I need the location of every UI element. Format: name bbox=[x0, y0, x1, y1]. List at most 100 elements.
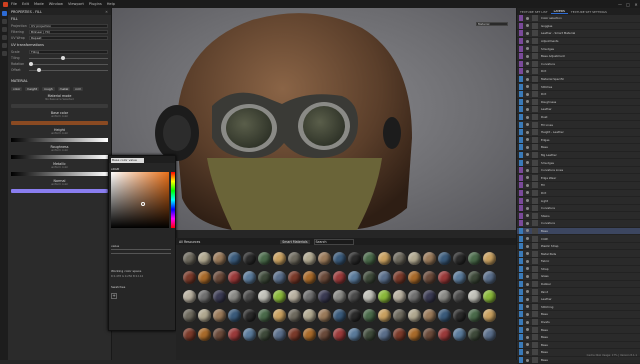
layer-row[interactable]: Fill bbox=[517, 182, 640, 190]
material-thumbnail[interactable] bbox=[438, 328, 453, 347]
visibility-icon[interactable] bbox=[526, 343, 529, 347]
visibility-icon[interactable] bbox=[526, 145, 529, 149]
visibility-icon[interactable] bbox=[526, 206, 529, 210]
material-thumbnail[interactable] bbox=[243, 309, 258, 328]
material-thumbnail[interactable] bbox=[408, 271, 423, 290]
visibility-icon[interactable] bbox=[526, 305, 529, 309]
material-thumbnail[interactable] bbox=[183, 328, 198, 347]
nrm-channel-pill[interactable]: nrm bbox=[73, 87, 84, 91]
material-thumbnail[interactable] bbox=[438, 290, 453, 309]
material-thumbnail[interactable] bbox=[243, 252, 258, 271]
visibility-icon[interactable] bbox=[526, 92, 529, 96]
material-thumbnail[interactable] bbox=[243, 271, 258, 290]
material-thumbnail[interactable] bbox=[318, 252, 333, 271]
material-thumbnail[interactable] bbox=[453, 328, 468, 347]
visibility-icon[interactable] bbox=[526, 214, 529, 218]
picker-search-field[interactable]: Base color value bbox=[111, 158, 144, 163]
roughness-slider[interactable] bbox=[11, 155, 108, 159]
material-thumbnail[interactable] bbox=[243, 290, 258, 309]
menu-help[interactable]: Help bbox=[107, 2, 115, 6]
material-thumbnail[interactable] bbox=[483, 309, 498, 328]
projection-dropdown[interactable]: UV projection bbox=[29, 23, 108, 29]
alpha-slider[interactable] bbox=[111, 253, 171, 254]
layer-row[interactable]: Material Specific bbox=[517, 76, 640, 84]
visibility-icon[interactable] bbox=[526, 191, 529, 195]
material-thumbnail[interactable] bbox=[483, 271, 498, 290]
shelf-search-input[interactable]: Search bbox=[313, 238, 354, 245]
material-thumbnail[interactable] bbox=[228, 252, 243, 271]
layer-row[interactable]: Base Adjustment bbox=[517, 53, 640, 61]
material-thumbnail[interactable] bbox=[483, 290, 498, 309]
material-thumbnail[interactable] bbox=[303, 290, 318, 309]
material-thumbnail[interactable] bbox=[423, 309, 438, 328]
layer-row[interactable]: Stains bbox=[517, 212, 640, 221]
material-thumbnail[interactable] bbox=[303, 328, 318, 347]
visibility-icon[interactable] bbox=[526, 312, 529, 316]
paint-tool-icon[interactable] bbox=[1, 11, 7, 16]
visibility-icon[interactable] bbox=[526, 138, 529, 142]
offset-slider[interactable] bbox=[29, 68, 108, 72]
material-thumbnail[interactable] bbox=[453, 309, 468, 328]
material-thumbnail[interactable] bbox=[393, 252, 408, 271]
picker-mode-label[interactable]: sRGB bbox=[111, 167, 119, 171]
visibility-icon[interactable] bbox=[526, 267, 529, 271]
material-thumbnail[interactable] bbox=[363, 271, 378, 290]
layer-row[interactable]: Edge Wear bbox=[517, 174, 640, 183]
material-thumbnail[interactable] bbox=[228, 271, 243, 290]
material-thumbnail[interactable] bbox=[423, 252, 438, 271]
layer-row[interactable]: Rivets bbox=[517, 319, 640, 327]
menu-window[interactable]: Window bbox=[49, 2, 63, 6]
visibility-icon[interactable] bbox=[526, 237, 529, 241]
material-thumbnail[interactable] bbox=[393, 271, 408, 290]
material-thumbnail[interactable] bbox=[408, 309, 423, 328]
material-mode-slot[interactable] bbox=[11, 104, 108, 108]
material-thumbnail[interactable] bbox=[333, 252, 348, 271]
visibility-icon[interactable] bbox=[526, 31, 529, 35]
basecolor-swatch[interactable] bbox=[11, 121, 108, 125]
material-thumbnail[interactable] bbox=[303, 271, 318, 290]
value-slider[interactable] bbox=[111, 249, 171, 250]
material-thumbnail[interactable] bbox=[288, 328, 303, 347]
layer-row[interactable]: Base bbox=[517, 341, 640, 350]
material-thumbnail[interactable] bbox=[333, 309, 348, 328]
material-thumbnail[interactable] bbox=[453, 252, 468, 271]
material-thumbnail[interactable] bbox=[183, 252, 198, 271]
visibility-icon[interactable] bbox=[526, 320, 529, 324]
material-thumbnail[interactable] bbox=[228, 328, 243, 347]
layer-row[interactable]: Curvature bbox=[517, 60, 640, 69]
visibility-icon[interactable] bbox=[526, 335, 529, 339]
clone-tool-icon[interactable] bbox=[1, 35, 7, 40]
add-swatch-button[interactable]: + bbox=[111, 293, 117, 299]
material-thumbnail[interactable] bbox=[213, 252, 228, 271]
layer-row[interactable]: Stitches bbox=[517, 83, 640, 91]
menu-plugins[interactable]: Plugins bbox=[89, 2, 102, 6]
material-thumbnail[interactable] bbox=[348, 271, 363, 290]
material-thumbnail[interactable] bbox=[288, 252, 303, 271]
eraser-tool-icon[interactable] bbox=[1, 19, 7, 24]
layer-row[interactable]: Dirt bbox=[517, 189, 640, 198]
material-thumbnail[interactable] bbox=[468, 290, 483, 309]
material-thumbnail[interactable] bbox=[468, 328, 483, 347]
layer-row[interactable]: Cloth bbox=[517, 235, 640, 243]
visibility-icon[interactable] bbox=[526, 62, 529, 66]
material-thumbnail[interactable] bbox=[393, 328, 408, 347]
material-thumbnail[interactable] bbox=[288, 309, 303, 328]
material-thumbnail[interactable] bbox=[213, 309, 228, 328]
smudge-tool-icon[interactable] bbox=[1, 43, 7, 48]
layer-row[interactable]: Plastic Strap bbox=[517, 243, 640, 251]
visibility-icon[interactable] bbox=[526, 69, 529, 73]
visibility-icon[interactable] bbox=[526, 39, 529, 43]
material-thumbnail[interactable] bbox=[468, 252, 483, 271]
rough-channel-pill[interactable]: rough bbox=[41, 87, 55, 91]
layer-row[interactable]: Height - Leather bbox=[517, 129, 640, 137]
material-thumbnail[interactable] bbox=[258, 290, 273, 309]
material-thumbnail[interactable] bbox=[423, 271, 438, 290]
layer-row[interactable]: Adjustments bbox=[517, 38, 640, 46]
layer-row[interactable]: Metal Pads bbox=[517, 250, 640, 258]
material-thumbnail[interactable] bbox=[423, 290, 438, 309]
filter-chip[interactable]: Smart Materials bbox=[280, 239, 310, 244]
visibility-icon[interactable] bbox=[526, 328, 529, 332]
color-channel-pill[interactable]: color bbox=[11, 87, 23, 91]
visibility-icon[interactable] bbox=[526, 244, 529, 248]
layer-row[interactable]: Dirt bbox=[517, 68, 640, 76]
